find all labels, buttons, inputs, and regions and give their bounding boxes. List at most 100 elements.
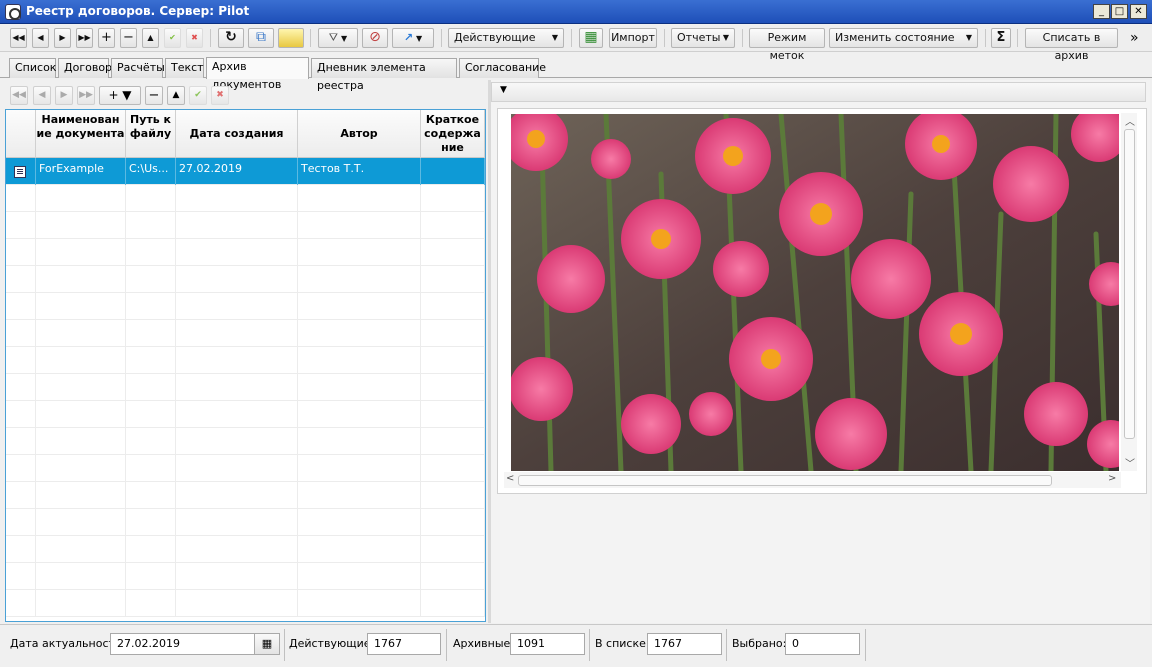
- scroll-left-icon[interactable]: <: [506, 473, 514, 484]
- empty-cell: [298, 374, 421, 401]
- tab-approval[interactable]: Согласование: [459, 58, 546, 78]
- empty-row: [6, 401, 485, 428]
- horizontal-scrollbar[interactable]: < >: [504, 472, 1121, 488]
- chevron-down-icon: ▼: [416, 34, 423, 43]
- empty-cell: [6, 266, 36, 293]
- actuality-date-input[interactable]: 27.02.2019: [110, 633, 255, 655]
- sum-button[interactable]: Σ: [991, 28, 1011, 48]
- archive-count-field[interactable]: 1091: [510, 633, 585, 655]
- active-count-label: Действующие:: [289, 637, 375, 650]
- tab-calculations[interactable]: Расчёты: [111, 58, 165, 78]
- empty-cell: [176, 347, 298, 374]
- vertical-scroll-thumb[interactable]: [1124, 129, 1135, 439]
- preview-panel: ▼ ︿ ﹀ < >: [491, 80, 1150, 623]
- reports-label: Отчеты: [677, 31, 721, 44]
- doc-apply-button[interactable]: ✔: [189, 86, 207, 105]
- import-button[interactable]: Импорт: [609, 28, 657, 48]
- horizontal-scroll-thumb[interactable]: [518, 475, 1052, 486]
- doc-cancel-button[interactable]: ✖: [211, 86, 229, 105]
- refresh-icon[interactable]: ↻: [218, 28, 244, 48]
- empty-cell: [126, 347, 176, 374]
- tab-list[interactable]: Список: [9, 58, 56, 78]
- empty-cell: [298, 347, 421, 374]
- empty-cell: [6, 347, 36, 374]
- document-image: [511, 114, 1119, 471]
- empty-cell: [6, 293, 36, 320]
- apply-button[interactable]: ✔: [164, 28, 181, 48]
- empty-cell: [421, 239, 485, 266]
- flowers-image: [511, 114, 1119, 471]
- chevron-down-icon: ▼: [722, 33, 729, 42]
- reports-button[interactable]: Отчеты ▼: [671, 28, 735, 48]
- empty-cell: [6, 185, 36, 212]
- empty-cell: [126, 509, 176, 536]
- cell-author[interactable]: Тестов Т.Т.: [298, 158, 421, 185]
- filter-icon: ⛛: [328, 31, 339, 44]
- doc-next-button[interactable]: ▶: [55, 86, 73, 105]
- table-row[interactable]: ForExample C:\Us... 27.02.2019 Тестов Т.…: [6, 158, 485, 185]
- cell-summary[interactable]: [421, 158, 485, 185]
- doc-last-button[interactable]: ▶▶: [77, 86, 95, 105]
- empty-cell: [421, 293, 485, 320]
- cell-path[interactable]: C:\Us...: [126, 158, 176, 185]
- wizard-icon[interactable]: [278, 28, 304, 48]
- navigate-button[interactable]: ↗ ▼: [392, 28, 434, 48]
- chevron-down-icon: ▼: [341, 34, 348, 43]
- empty-cell: [176, 509, 298, 536]
- doc-add-button[interactable]: + ▼: [99, 86, 141, 105]
- column-header-date[interactable]: Дата создания: [176, 110, 298, 158]
- nav-first-button[interactable]: ◀◀: [10, 28, 27, 48]
- empty-cell: [298, 266, 421, 293]
- doc-prev-button[interactable]: ◀: [33, 86, 51, 105]
- column-header-path[interactable]: Путь к файлу: [126, 110, 176, 158]
- clear-filter-icon[interactable]: ⊘: [362, 28, 388, 48]
- empty-cell: [6, 239, 36, 266]
- status-filter-select[interactable]: Действующие ▼: [448, 28, 564, 48]
- cell-date[interactable]: 27.02.2019: [176, 158, 298, 185]
- remove-button[interactable]: −: [120, 28, 137, 48]
- empty-cell: [298, 509, 421, 536]
- scroll-right-icon[interactable]: >: [1108, 473, 1116, 484]
- filter-button[interactable]: ⛛ ▼: [318, 28, 358, 48]
- cell-name[interactable]: ForExample: [36, 158, 126, 185]
- cancel-button[interactable]: ✖: [186, 28, 203, 48]
- tab-registry-diary[interactable]: Дневник элемента реестра: [311, 58, 457, 92]
- empty-cell: [176, 455, 298, 482]
- calendar-icon[interactable]: ▦: [254, 633, 280, 655]
- close-button[interactable]: ✕: [1130, 4, 1147, 19]
- change-state-select[interactable]: Изменить состояние ▼: [829, 28, 978, 48]
- excel-icon[interactable]: ▦: [579, 28, 603, 48]
- tab-contract[interactable]: Договор: [58, 58, 112, 78]
- copy-icon[interactable]: ⧉: [248, 28, 274, 48]
- minimize-button[interactable]: _: [1093, 4, 1110, 19]
- empty-cell: [176, 293, 298, 320]
- scroll-up-icon[interactable]: ︿: [1125, 113, 1135, 128]
- nav-prev-button[interactable]: ◀: [32, 28, 49, 48]
- nav-last-button[interactable]: ▶▶: [76, 28, 93, 48]
- column-header-summary[interactable]: Краткое содержа ние: [421, 110, 485, 158]
- add-button[interactable]: +: [98, 28, 115, 48]
- status-filter-value: Действующие: [454, 31, 536, 44]
- write-off-archive-button[interactable]: Списать в архив: [1025, 28, 1118, 62]
- empty-cell: [36, 293, 126, 320]
- tab-document-archive[interactable]: Архив документов: [206, 57, 309, 91]
- tab-text[interactable]: Текст: [165, 58, 204, 78]
- active-count-field[interactable]: 1767: [367, 633, 441, 655]
- selected-count-field[interactable]: 0: [785, 633, 860, 655]
- doc-remove-button[interactable]: −: [145, 86, 163, 105]
- toolbar-overflow-button[interactable]: »: [1130, 30, 1139, 46]
- maximize-button[interactable]: □: [1111, 4, 1128, 19]
- vertical-scrollbar[interactable]: ︿ ﹀: [1121, 113, 1137, 471]
- empty-cell: [6, 509, 36, 536]
- nav-next-button[interactable]: ▶: [54, 28, 71, 48]
- scroll-down-icon[interactable]: ﹀: [1125, 455, 1135, 470]
- column-header-author[interactable]: Автор: [298, 110, 421, 158]
- doc-first-button[interactable]: ◀◀: [10, 86, 28, 105]
- move-up-button[interactable]: ▲: [142, 28, 159, 48]
- empty-cell: [421, 482, 485, 509]
- column-header-name[interactable]: Наименован ие документа: [36, 110, 126, 158]
- list-count-field[interactable]: 1767: [647, 633, 722, 655]
- marks-mode-button[interactable]: Режим меток: [749, 28, 825, 62]
- doc-up-button[interactable]: ▲: [167, 86, 185, 105]
- collapse-caret-icon[interactable]: ▼: [500, 85, 507, 95]
